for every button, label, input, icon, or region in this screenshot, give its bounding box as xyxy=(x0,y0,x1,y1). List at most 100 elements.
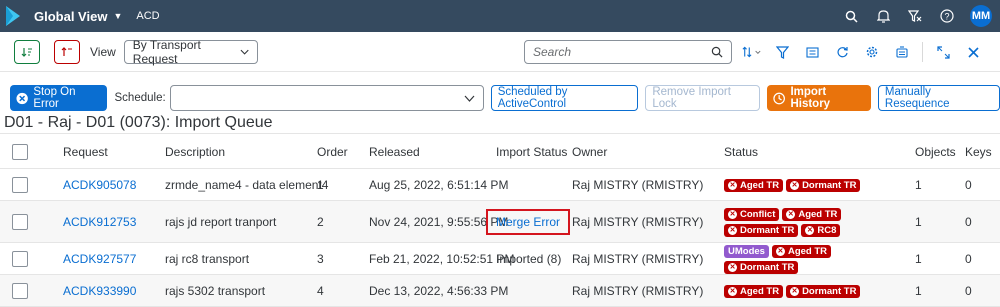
header-owner[interactable]: Owner xyxy=(572,145,607,159)
toolbar: View By Transport Request Search xyxy=(0,32,1000,72)
status-tags: ✕ Aged TR ✕ Dormant TR xyxy=(724,284,904,298)
close-icon[interactable] xyxy=(963,42,983,62)
clock-icon xyxy=(773,92,786,104)
status-badge-label: Aged TR xyxy=(740,285,780,297)
remove-import-lock-button[interactable]: Remove Import Lock xyxy=(645,85,761,111)
help-icon[interactable]: ? xyxy=(938,7,956,25)
bell-icon[interactable] xyxy=(874,7,892,25)
schedule-label: Schedule: xyxy=(114,92,166,104)
header-description[interactable]: Description xyxy=(165,145,225,159)
import-history-label: Import History xyxy=(790,86,831,110)
request-link[interactable]: ACDK905078 xyxy=(63,178,136,192)
table-row[interactable]: ACDK933990 rajs 5302 transport 4 Dec 13,… xyxy=(0,275,1000,307)
row-checkbox[interactable] xyxy=(12,283,28,299)
sort-ascending-icon xyxy=(21,47,32,57)
search-icon[interactable] xyxy=(842,7,860,25)
fullscreen-icon[interactable] xyxy=(933,42,953,62)
objects-cell: 1 xyxy=(915,215,922,229)
released-cell: Dec 13, 2022, 4:56:33 PM xyxy=(369,284,509,298)
search-placeholder: Search xyxy=(533,45,572,59)
sort-ascending-button[interactable] xyxy=(14,39,40,64)
error-circle-icon: ✕ xyxy=(790,286,800,296)
status-badge: ✕ Aged TR xyxy=(771,244,832,258)
avatar[interactable]: MM xyxy=(970,5,992,27)
sort-descending-icon xyxy=(61,46,72,56)
released-cell: Feb 21, 2022, 10:52:51 PM xyxy=(369,252,515,266)
status-badge-label: UModes xyxy=(728,245,765,257)
status-badge: ✕ Aged TR xyxy=(782,207,842,221)
owner-cell: Raj MISTRY (RMISTRY) xyxy=(572,215,704,229)
status-badge-label: Dormant TR xyxy=(740,224,795,236)
request-link[interactable]: ACDK933990 xyxy=(63,284,136,298)
chevron-down-icon xyxy=(240,49,249,55)
view-label: View xyxy=(90,44,116,59)
import-queue-table: Request Description Order Released Impor… xyxy=(0,133,1000,307)
import-status-cell: Imported (8) xyxy=(496,252,562,266)
header-released[interactable]: Released xyxy=(369,145,420,159)
table-row[interactable]: ACDK927577 raj rc8 transport 3 Feb 21, 2… xyxy=(0,243,1000,275)
error-circle-icon: ✕ xyxy=(728,225,737,235)
status-badge: ✕ Conflict xyxy=(724,207,780,221)
page-title: D01 - Raj - D01 (0073): Import Queue xyxy=(4,114,273,131)
select-all-checkbox[interactable] xyxy=(12,144,28,160)
order-cell: 4 xyxy=(317,284,324,298)
order-cell: 1 xyxy=(317,178,324,192)
toolbar-divider xyxy=(922,42,923,62)
table-row[interactable]: ACDK905078 zrmde_name4 - data element4 1… xyxy=(0,169,1000,201)
column-settings-icon[interactable] xyxy=(802,42,822,62)
header-keys[interactable]: Keys xyxy=(965,145,992,159)
status-badge-label: Dormant TR xyxy=(802,179,857,191)
header-objects[interactable]: Objects xyxy=(915,145,956,159)
status-tags: UModes ✕ Aged TR ✕ Dormant TR xyxy=(724,244,904,274)
status-tags: ✕ Conflict ✕ Aged TR ✕ Dormant TR ✕ RC8 xyxy=(724,207,904,237)
sort-menu-icon[interactable] xyxy=(742,42,762,62)
error-circle-icon: ✕ xyxy=(790,180,800,190)
header-status[interactable]: Status xyxy=(724,145,758,159)
status-badge-label: Conflict xyxy=(740,208,776,220)
status-badge: ✕ Aged TR xyxy=(724,178,784,192)
owner-cell: Raj MISTRY (RMISTRY) xyxy=(572,284,704,298)
error-circle-icon: ✕ xyxy=(728,262,737,272)
status-badge: UModes xyxy=(724,244,769,258)
status-badge-label: Dormant TR xyxy=(802,285,857,297)
status-badge-label: Aged TR xyxy=(798,208,838,220)
view-switcher[interactable]: Global View ▼ xyxy=(34,9,122,24)
gear-icon[interactable] xyxy=(862,42,882,62)
manually-resequence-button[interactable]: Manually Resequence xyxy=(877,85,1000,111)
table-row[interactable]: ACDK912753 rajs jd report tranport 2 Nov… xyxy=(0,201,1000,243)
row-checkbox[interactable] xyxy=(12,177,28,193)
request-link[interactable]: ACDK912753 xyxy=(63,215,136,229)
row-checkbox[interactable] xyxy=(12,214,28,230)
import-history-button[interactable]: Import History xyxy=(767,85,871,111)
export-icon[interactable] xyxy=(892,42,912,62)
merge-error-link[interactable]: Merge Error xyxy=(486,209,571,235)
header-import-status[interactable]: Import Status xyxy=(496,145,567,159)
filter-clear-icon[interactable] xyxy=(906,7,924,25)
stop-on-error-button[interactable]: Stop On Error xyxy=(10,85,107,111)
status-tags: ✕ Aged TR ✕ Dormant TR xyxy=(724,178,904,192)
search-input[interactable]: Search xyxy=(524,40,732,64)
status-badge-label: Dormant TR xyxy=(740,261,795,273)
view-select-value: By Transport Request xyxy=(132,37,201,66)
filter-icon[interactable] xyxy=(772,42,792,62)
status-badge-label: Aged TR xyxy=(787,245,828,257)
shell-title: Global View xyxy=(34,8,108,24)
status-badge: ✕ Aged TR xyxy=(724,284,784,298)
schedule-select[interactable] xyxy=(169,85,484,111)
sort-descending-button[interactable] xyxy=(54,39,80,64)
header-request[interactable]: Request xyxy=(63,145,108,159)
request-link[interactable]: ACDK927577 xyxy=(63,252,136,266)
refresh-icon[interactable] xyxy=(832,42,852,62)
header-order[interactable]: Order xyxy=(317,145,348,159)
search-icon xyxy=(711,46,723,58)
row-checkbox[interactable] xyxy=(12,251,28,267)
chevron-down-icon xyxy=(464,95,475,102)
keys-cell: 0 xyxy=(965,284,972,298)
stop-on-error-label: Stop On Error xyxy=(33,86,76,110)
product-logo[interactable] xyxy=(4,0,26,32)
action-bar: Stop On Error Schedule: Scheduled by Act… xyxy=(0,84,1000,112)
scheduled-by-button[interactable]: Scheduled by ActiveControl xyxy=(490,85,639,111)
status-badge-label: Aged TR xyxy=(740,179,780,191)
view-select[interactable]: By Transport Request xyxy=(123,37,258,66)
status-badge: ✕ Dormant TR xyxy=(724,260,799,274)
